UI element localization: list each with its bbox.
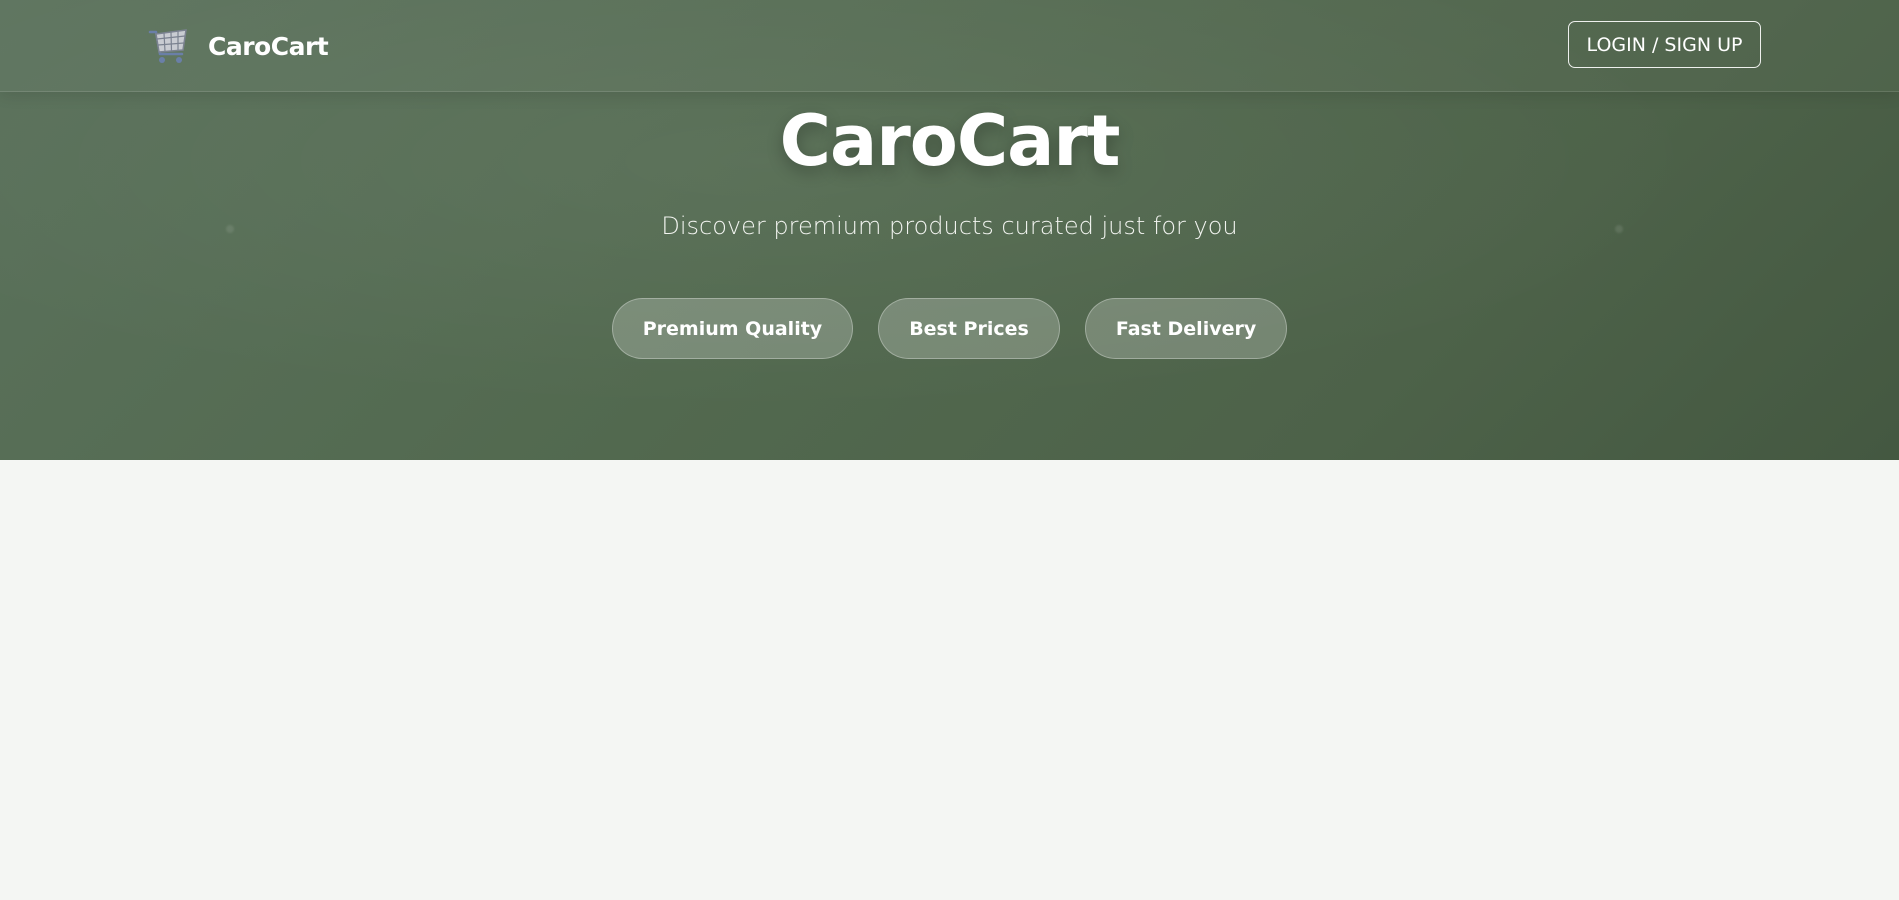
feature-badge-fast-delivery: Fast Delivery: [1084, 298, 1288, 359]
login-signup-button[interactable]: LOGIN / SIGN UP: [1568, 21, 1761, 68]
feature-badges: Premium Quality Best Prices Fast Deliver…: [0, 298, 1899, 359]
brand-logo-link[interactable]: CaroCart: [146, 24, 329, 68]
top-navbar: CaroCart LOGIN / SIGN UP: [0, 0, 1899, 92]
brand-name: CaroCart: [208, 31, 329, 61]
hero-title: CaroCart: [779, 100, 1121, 182]
hero-subtitle: Discover premium products curated just f…: [661, 212, 1238, 240]
hero-section: CaroCart LOGIN / SIGN UP CaroCart Discov…: [0, 0, 1899, 460]
shopping-cart-icon: [146, 24, 190, 68]
main-content-area: [0, 460, 1899, 900]
feature-badge-premium-quality: Premium Quality: [611, 298, 854, 359]
feature-badge-best-prices: Best Prices: [878, 298, 1060, 359]
